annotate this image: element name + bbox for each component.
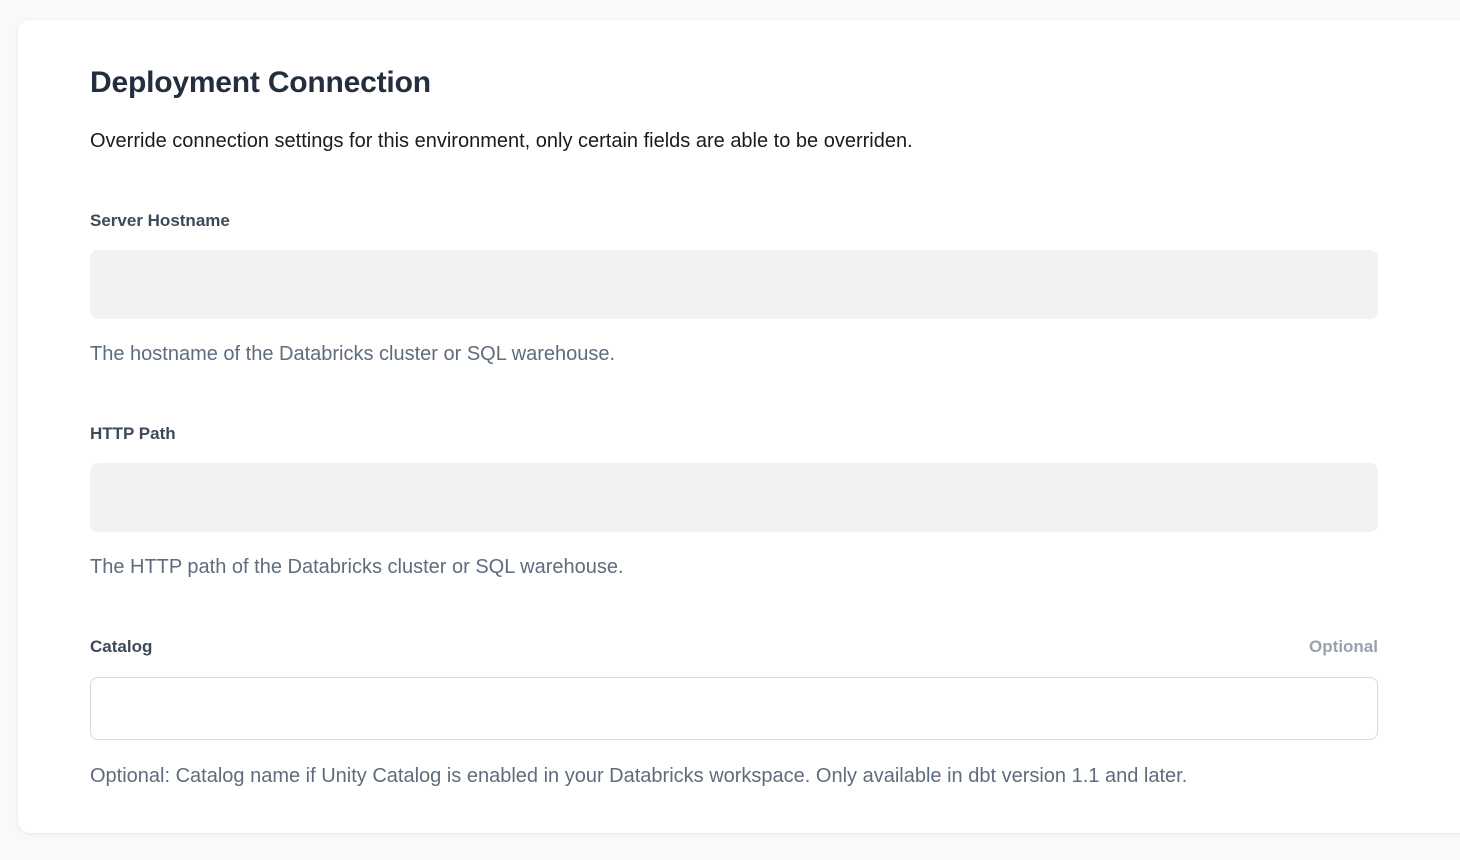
http-path-label: HTTP Path	[90, 423, 176, 445]
field-catalog: Catalog Optional Optional: Catalog name …	[90, 636, 1378, 789]
page-subtitle: Override connection settings for this en…	[90, 128, 1378, 154]
field-http-path: HTTP Path The HTTP path of the Databrick…	[90, 423, 1378, 580]
server-hostname-input	[90, 250, 1378, 319]
catalog-input[interactable]	[90, 677, 1378, 740]
http-path-label-row: HTTP Path	[90, 423, 1378, 445]
deployment-connection-card: Deployment Connection Override connectio…	[18, 20, 1460, 833]
page-title: Deployment Connection	[90, 64, 1378, 102]
catalog-label: Catalog	[90, 636, 152, 658]
catalog-help: Optional: Catalog name if Unity Catalog …	[90, 763, 1378, 789]
http-path-help: The HTTP path of the Databricks cluster …	[90, 554, 1378, 580]
server-hostname-label: Server Hostname	[90, 210, 230, 232]
server-hostname-help: The hostname of the Databricks cluster o…	[90, 341, 1378, 367]
catalog-optional-tag: Optional	[1309, 636, 1378, 658]
http-path-input	[90, 463, 1378, 532]
catalog-label-row: Catalog Optional	[90, 636, 1378, 658]
field-server-hostname: Server Hostname The hostname of the Data…	[90, 210, 1378, 367]
server-hostname-label-row: Server Hostname	[90, 210, 1378, 232]
deployment-connection-form: Deployment Connection Override connectio…	[90, 64, 1378, 789]
